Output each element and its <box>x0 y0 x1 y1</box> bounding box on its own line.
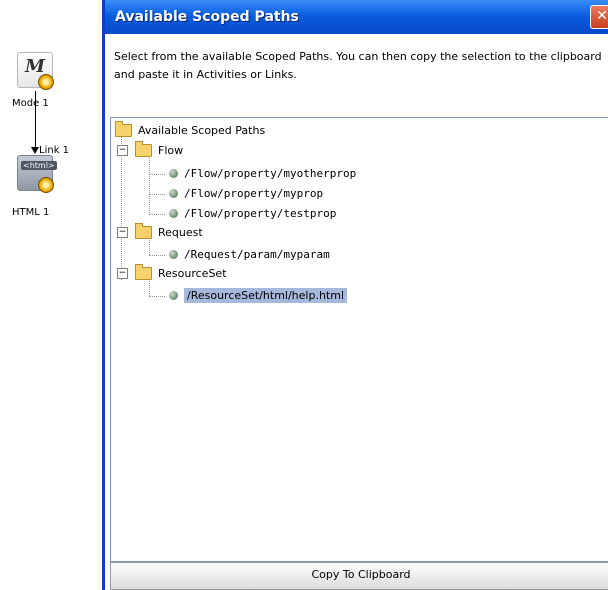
tree-guide <box>121 136 122 280</box>
tree-root[interactable]: Available Scoped Paths <box>115 120 266 141</box>
tree-item-label: /Flow/property/myotherprop <box>184 167 357 180</box>
folder-icon <box>115 120 132 137</box>
leaf-node-icon <box>169 249 178 259</box>
tree-guide <box>149 214 165 215</box>
tree-group-flow[interactable]: Flow <box>135 140 184 161</box>
copy-to-clipboard-button[interactable]: Copy To Clipboard <box>110 562 608 590</box>
tree-item-label: /ResourceSet/html/help.html <box>184 288 348 303</box>
instructions-text: Select from the available Scoped Paths. … <box>114 50 602 81</box>
dialog-title: Available Scoped Paths <box>115 9 299 25</box>
tree-guide <box>149 255 165 256</box>
tree-guide <box>149 296 165 297</box>
tree-guide <box>149 154 150 213</box>
close-icon: ✕ <box>596 8 608 24</box>
tree-item[interactable]: /Request/param/myparam <box>169 245 330 265</box>
html-node[interactable]: <html> <box>17 155 57 193</box>
tree-panel[interactable]: Available Scoped Paths − Flow /Flow/prop… <box>110 117 608 562</box>
folder-icon <box>135 222 152 239</box>
mode-node[interactable]: M <box>17 52 55 90</box>
collapse-toggle-request[interactable]: − <box>117 227 128 238</box>
dialog-titlebar[interactable]: Available Scoped Paths ✕ <box>105 0 608 34</box>
tree-item[interactable]: /Flow/property/myprop <box>169 184 323 204</box>
tree-item-label: /Flow/property/testprop <box>184 207 337 220</box>
tree-guide <box>149 194 165 195</box>
arrow-down-icon <box>31 147 39 154</box>
tree-root-label: Available Scoped Paths <box>138 124 266 137</box>
link-connector[interactable] <box>35 91 36 149</box>
tree-group-label: ResourceSet <box>158 267 227 280</box>
close-button[interactable]: ✕ <box>590 5 608 29</box>
mode-icon: M <box>17 52 54 90</box>
leaf-node-icon <box>169 188 178 198</box>
scoped-paths-tree: Available Scoped Paths − Flow /Flow/prop… <box>111 118 608 561</box>
tree-group-request[interactable]: Request <box>135 222 203 243</box>
collapse-toggle-resourceset[interactable]: − <box>117 268 128 279</box>
collapse-toggle-flow[interactable]: − <box>117 145 128 156</box>
tree-item[interactable]: /Flow/property/testprop <box>169 204 336 224</box>
tree-group-resourceset[interactable]: ResourceSet <box>135 263 227 284</box>
tree-item-label: /Flow/property/myprop <box>184 187 324 200</box>
dialog-body: Select from the available Scoped Paths. … <box>105 34 608 590</box>
leaf-node-icon <box>169 290 178 300</box>
mode-node-label: Mode 1 <box>12 98 49 109</box>
tree-group-label: Flow <box>158 144 184 157</box>
gear-icon <box>38 177 54 193</box>
html-tag-label: <html> <box>21 161 57 170</box>
tree-item[interactable]: /Flow/property/myotherprop <box>169 164 356 184</box>
html-icon: <html> <box>17 155 57 193</box>
tree-item-selected[interactable]: /ResourceSet/html/help.html <box>169 286 348 306</box>
leaf-node-icon <box>169 168 178 178</box>
tree-guide <box>149 174 165 175</box>
tree-group-label: Request <box>158 226 203 239</box>
tree-item-label: /Request/param/myparam <box>184 248 330 261</box>
leaf-node-icon <box>169 208 178 218</box>
gear-icon <box>38 74 54 90</box>
scoped-paths-dialog: Available Scoped Paths ✕ Select from the… <box>102 0 608 590</box>
folder-icon <box>135 263 152 280</box>
folder-icon <box>135 140 152 157</box>
html-node-label: HTML 1 <box>12 207 50 218</box>
